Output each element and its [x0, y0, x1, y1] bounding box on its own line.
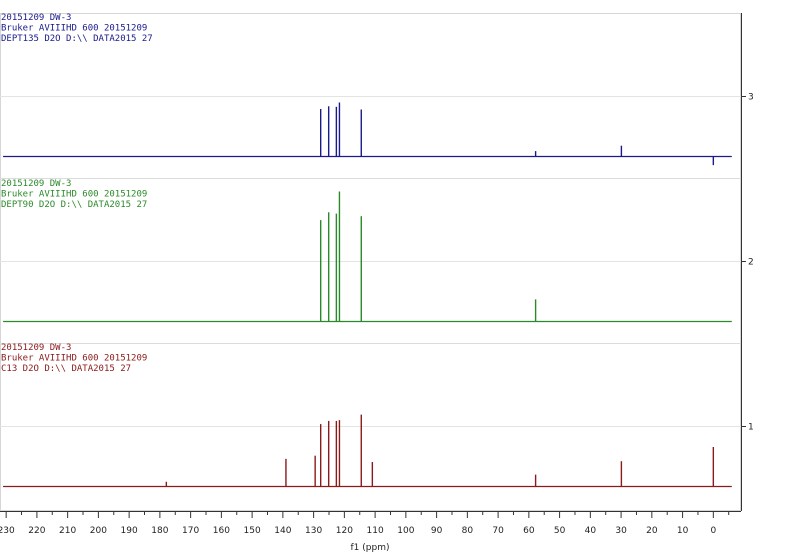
x-tick-label: 190	[121, 526, 138, 536]
spectrum-header-line: DEPT135 D2O D:\\ DATA2015 27	[1, 34, 153, 44]
spectrum-header-line: DEPT90 D2O D:\\ DATA2015 27	[1, 200, 147, 210]
x-tick-label: 160	[213, 526, 230, 536]
x-tick-label: 180	[151, 526, 168, 536]
spectrum-header-line: C13 D2O D:\\ DATA2015 27	[1, 364, 131, 374]
x-tick-label: 200	[90, 526, 107, 536]
x-tick-label: 140	[274, 526, 291, 536]
x-tick-label: 230	[0, 526, 15, 536]
x-tick-label: 130	[305, 526, 322, 536]
spectrum-header-line: 20151209 DW-3	[1, 343, 71, 353]
x-tick-label: 80	[462, 526, 474, 536]
x-tick-label: 0	[710, 526, 716, 536]
spectrum-header-line: 20151209 DW-3	[1, 179, 71, 189]
x-tick-label: 40	[585, 526, 597, 536]
x-tick-label: 90	[431, 526, 443, 536]
x-tick-label: 170	[182, 526, 199, 536]
x-tick-label: 20	[646, 526, 658, 536]
x-tick-label: 30	[615, 526, 627, 536]
x-tick-label: 10	[677, 526, 689, 536]
nmr-spectra-stack: 20151209 DW-3Bruker AVIIIHD 600 20151209…	[0, 13, 754, 553]
x-tick-label: 100	[397, 526, 414, 536]
x-tick-label: 70	[492, 526, 504, 536]
x-tick-label: 60	[523, 526, 535, 536]
x-tick-label: 220	[28, 526, 45, 536]
y-tick-label: 3	[748, 93, 754, 103]
x-tick-label: 150	[244, 526, 261, 536]
x-tick-label: 210	[59, 526, 76, 536]
x-tick-label: 50	[554, 526, 566, 536]
y-tick-label: 1	[748, 423, 754, 433]
spectrum-header-line: Bruker AVIIIHD 600 20151209	[1, 354, 147, 364]
y-tick-label: 2	[748, 258, 754, 268]
x-tick-label: 120	[336, 526, 353, 536]
spectrum-header-line: 20151209 DW-3	[1, 13, 71, 23]
x-axis-label: f1 (ppm)	[351, 543, 390, 553]
x-tick-label: 110	[367, 526, 384, 536]
spectrum-header-line: Bruker AVIIIHD 600 20151209	[1, 190, 147, 200]
spectrum-header-line: Bruker AVIIIHD 600 20151209	[1, 24, 147, 34]
